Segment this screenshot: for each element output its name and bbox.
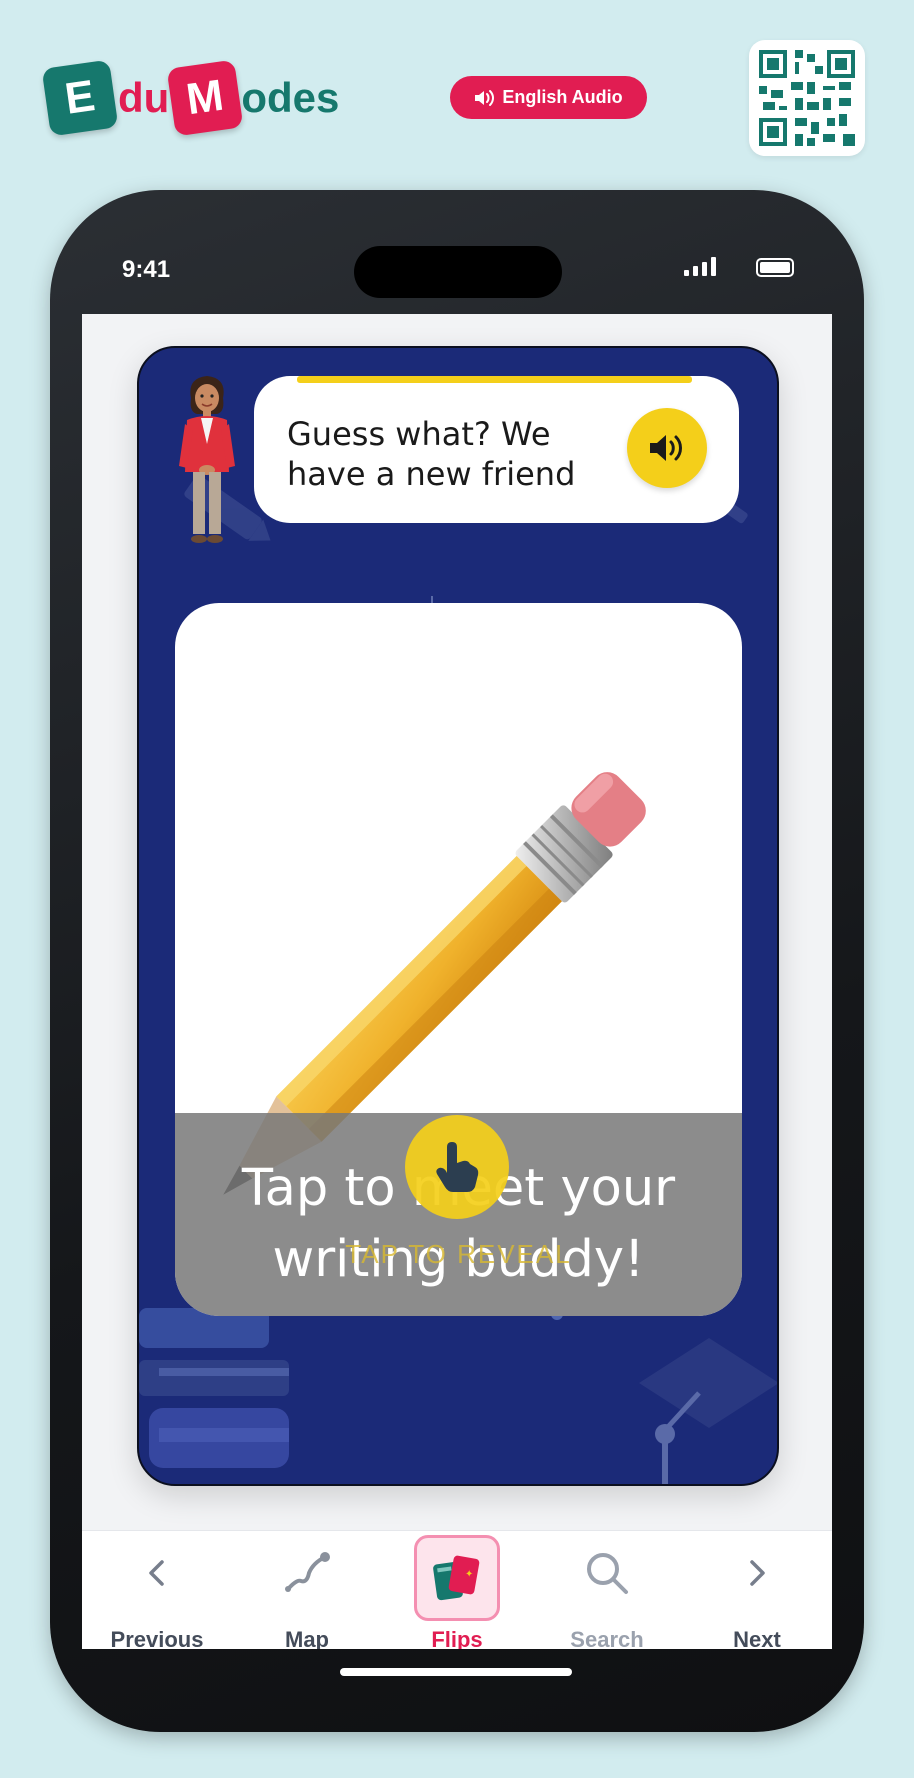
- nav-next-label: Next: [733, 1627, 781, 1649]
- flip-card-front[interactable]: Tap to meet your writing buddy! TAP TO R…: [175, 603, 742, 1316]
- logo-text-du: du: [118, 74, 170, 121]
- signal-icon: [684, 256, 716, 276]
- app-screen: Guess what? We have a new friend t...: [82, 314, 832, 1649]
- speech-bubble: Guess what? We have a new friend t...: [254, 376, 739, 523]
- nav-map-label: Map: [285, 1627, 329, 1649]
- map-route-icon: [285, 1552, 330, 1592]
- nav-flips-label: Flips: [431, 1627, 483, 1649]
- logo-text-odes: odes: [241, 74, 340, 121]
- speech-text: Guess what? We have a new friend t...: [287, 415, 576, 493]
- bottom-nav: Previous Map ✦ Flips Search Next: [82, 1530, 832, 1649]
- edumodes-logo: E du M odes: [41, 58, 340, 138]
- english-audio-label: English Audio: [502, 87, 623, 107]
- qr-code-icon[interactable]: [749, 40, 865, 156]
- tap-to-reveal-label: TAP TO REVEAL: [345, 1239, 572, 1269]
- decor-graduation-cap-icon: [639, 1338, 777, 1484]
- speaker-icon: [650, 435, 682, 461]
- chevron-left-icon: [149, 1560, 164, 1586]
- nav-map[interactable]: Map: [232, 1531, 382, 1649]
- play-audio-button[interactable]: [627, 408, 707, 488]
- logo-m-tile: M: [166, 59, 244, 137]
- home-indicator[interactable]: [340, 1668, 572, 1676]
- tap-hand-icon: [436, 1142, 479, 1192]
- nav-flips[interactable]: ✦ Flips: [382, 1531, 532, 1649]
- logo-e-tile: E: [41, 59, 119, 137]
- nav-search-label: Search: [570, 1627, 644, 1649]
- search-icon: [587, 1553, 628, 1594]
- speaker-icon: [475, 89, 495, 106]
- nav-previous-label: Previous: [110, 1627, 204, 1649]
- battery-icon: [756, 258, 794, 277]
- phone-frame: 9:41 Guess what? We have a new friend Ta…: [50, 190, 864, 1732]
- nav-previous[interactable]: Previous: [82, 1531, 232, 1649]
- nav-next[interactable]: Next: [682, 1531, 832, 1649]
- chevron-right-icon: [750, 1560, 765, 1586]
- svg-text:✦: ✦: [465, 1569, 473, 1580]
- status-time: 9:41: [122, 256, 171, 283]
- dynamic-island: [354, 246, 562, 298]
- english-audio-button[interactable]: English Audio: [450, 76, 647, 119]
- teacher-avatar: [179, 376, 235, 543]
- qr-code-graphic: [759, 50, 855, 146]
- audio-progress-bar: [297, 376, 692, 383]
- tap-hand-button[interactable]: [405, 1115, 509, 1219]
- tap-to-reveal-overlay[interactable]: Tap to meet your writing buddy! TAP TO R…: [175, 1113, 742, 1316]
- flip-cards-icon: ✦: [433, 1555, 480, 1601]
- flip-card: Guess what? We have a new friend t...: [137, 346, 779, 1486]
- decor-books-icon: [139, 1308, 289, 1468]
- nav-search[interactable]: Search: [532, 1531, 682, 1649]
